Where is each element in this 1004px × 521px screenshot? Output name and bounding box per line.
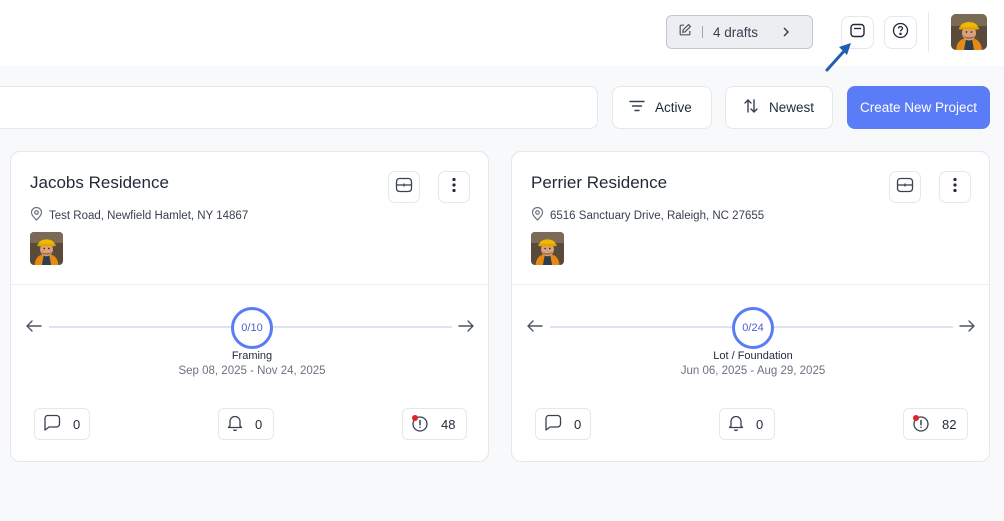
timeline-prev-button[interactable]: [26, 319, 42, 338]
filter-icon: [629, 99, 655, 116]
card-divider: [512, 284, 989, 285]
project-title[interactable]: Jacobs Residence: [30, 173, 169, 193]
drafts-label: 4 drafts: [713, 24, 759, 40]
arrow-left-icon: [527, 320, 543, 337]
edit-icon: [678, 23, 692, 42]
bell-icon: [227, 414, 255, 434]
drafts-separator: [702, 26, 703, 38]
search-input[interactable]: [0, 86, 598, 129]
timeline-next-button[interactable]: [458, 319, 474, 338]
comment-icon: [544, 414, 574, 434]
alerts-button[interactable]: 82: [903, 408, 968, 440]
card-divider: [11, 284, 488, 285]
phase-dates: Sep 08, 2025 - Nov 24, 2025: [178, 365, 326, 377]
drafts-button[interactable]: 4 drafts: [666, 15, 813, 49]
filter-label: Active: [655, 100, 692, 115]
timeline-prev-button[interactable]: [527, 319, 543, 338]
timeline-next-button[interactable]: [959, 319, 975, 338]
project-address: Test Road, Newfield Hamlet, NY 14867: [30, 206, 249, 224]
arrow-left-icon: [26, 320, 42, 337]
sort-button[interactable]: Newest: [725, 86, 833, 129]
arrow-right-icon: [959, 320, 975, 337]
notifications-count: 0: [756, 416, 764, 432]
alert-icon: [411, 414, 441, 435]
more-options-button[interactable]: [438, 171, 470, 203]
phase-progress-indicator[interactable]: 0/10: [231, 307, 273, 349]
alert-icon: [912, 414, 942, 435]
user-avatar[interactable]: [951, 14, 987, 50]
comments-count: 0: [574, 416, 582, 432]
sort-icon: [743, 98, 769, 117]
notifications-button[interactable]: 0: [218, 408, 274, 440]
comments-count: 0: [73, 416, 81, 432]
team-member-avatar[interactable]: [30, 232, 63, 265]
alerts-count: 82: [942, 416, 957, 432]
comments-button[interactable]: 0: [34, 408, 90, 440]
phase-dates: Jun 06, 2025 - Aug 29, 2025: [680, 365, 826, 377]
arrow-right-icon: [458, 320, 474, 337]
more-vertical-icon: [953, 177, 957, 198]
project-title[interactable]: Perrier Residence: [531, 173, 667, 193]
sort-label: Newest: [769, 100, 815, 115]
alerts-count: 48: [441, 416, 456, 432]
calendar-icon: [395, 177, 413, 198]
help-icon: [892, 22, 909, 44]
notifications-count: 0: [255, 416, 263, 432]
bell-icon: [728, 414, 756, 434]
team-member-avatar[interactable]: [531, 232, 564, 265]
phase-name: Lot / Foundation: [713, 350, 793, 362]
comments-button[interactable]: 0: [535, 408, 591, 440]
notifications-button[interactable]: 0: [719, 408, 775, 440]
address-text: Test Road, Newfield Hamlet, NY 14867: [49, 209, 249, 222]
location-pin-icon: [30, 206, 49, 224]
chevron-right-icon: [780, 25, 792, 44]
project-address: 6516 Sanctuary Drive, Raleigh, NC 27655: [531, 206, 765, 224]
phase-name: Framing: [231, 350, 273, 362]
more-vertical-icon: [452, 177, 456, 198]
calendar-icon: [896, 177, 914, 198]
header-divider: [928, 12, 929, 52]
more-options-button[interactable]: [939, 171, 971, 203]
comment-icon: [43, 414, 73, 434]
address-text: 6516 Sanctuary Drive, Raleigh, NC 27655: [550, 209, 765, 222]
location-pin-icon: [531, 206, 550, 224]
create-project-button[interactable]: Create New Project: [847, 86, 990, 129]
help-button[interactable]: [884, 16, 917, 49]
schedule-button[interactable]: [889, 171, 921, 203]
project-card[interactable]: Perrier Residence 6516 Sanctuary Drive, …: [511, 151, 990, 462]
alerts-button[interactable]: 48: [402, 408, 467, 440]
project-card[interactable]: Jacobs Residence Test Road, Newfield Ham…: [10, 151, 489, 462]
status-filter-button[interactable]: Active: [612, 86, 712, 129]
annotation-arrow-icon: [823, 40, 855, 77]
schedule-button[interactable]: [388, 171, 420, 203]
phase-progress-indicator[interactable]: 0/24: [732, 307, 774, 349]
